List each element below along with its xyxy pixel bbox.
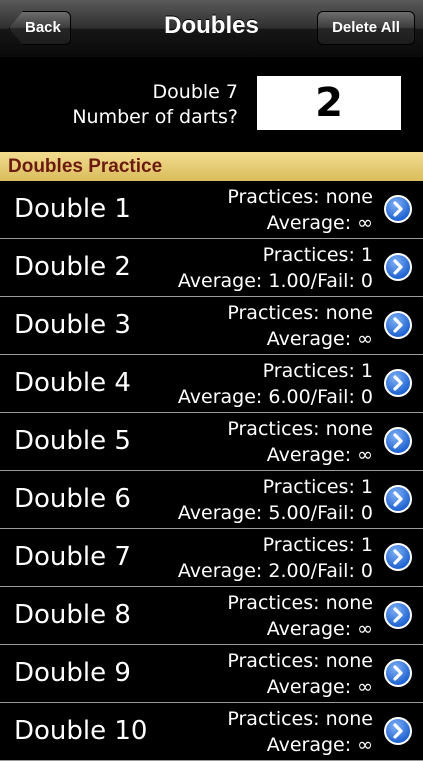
section-header: Doubles Practice (0, 152, 423, 181)
row-average: Average: 2.00/Fail: 0 (177, 560, 373, 582)
list-item[interactable]: Double 10 Practices: none Average: ∞ (0, 703, 423, 761)
chevron-right-icon[interactable] (384, 311, 412, 339)
darts-count-field[interactable]: 2 (257, 76, 401, 130)
row-title: Double 2 (14, 252, 131, 282)
row-average: Average: ∞ (266, 734, 373, 756)
row-practices: Practices: 1 (262, 244, 373, 266)
row-title: Double 1 (14, 194, 131, 224)
row-practices: Practices: none (227, 592, 373, 614)
prompt-question-label: Number of darts? (72, 106, 238, 128)
chevron-right-icon[interactable] (384, 543, 412, 571)
row-title: Double 4 (14, 368, 131, 398)
row-practices: Practices: none (227, 650, 373, 672)
row-practices: Practices: none (227, 302, 373, 324)
prompt-double-label: Double 7 (152, 81, 238, 103)
doubles-list: Double 1 Practices: none Average: ∞ Double … (0, 181, 423, 761)
list-item[interactable]: Double 8 Practices: none Average: ∞ (0, 587, 423, 645)
row-average: Average: ∞ (266, 618, 373, 640)
row-average: Average: ∞ (266, 444, 373, 466)
chevron-right-icon[interactable] (384, 195, 412, 223)
row-title: Double 8 (14, 600, 131, 630)
chevron-right-icon[interactable] (384, 601, 412, 629)
row-practices: Practices: 1 (262, 476, 373, 498)
row-practices: Practices: none (227, 708, 373, 730)
list-item[interactable]: Double 4 Practices: 1 Average: 6.00/Fail: … (0, 355, 423, 413)
row-title: Double 7 (14, 542, 131, 572)
chevron-right-icon[interactable] (384, 427, 412, 455)
chevron-right-icon[interactable] (384, 253, 412, 281)
row-title: Double 3 (14, 310, 131, 340)
list-item[interactable]: Double 7 Practices: 1 Average: 2.00/Fail: … (0, 529, 423, 587)
chevron-right-icon[interactable] (384, 369, 412, 397)
chevron-right-icon[interactable] (384, 485, 412, 513)
list-item[interactable]: Double 6 Practices: 1 Average: 5.00/Fail: … (0, 471, 423, 529)
row-practices: Practices: none (227, 186, 373, 208)
row-average: Average: 6.00/Fail: 0 (177, 386, 373, 408)
navigation-bar: Back Doubles Delete All (0, 0, 423, 58)
row-title: Double 6 (14, 484, 131, 514)
row-average: Average: 1.00/Fail: 0 (177, 270, 373, 292)
row-title: Double 9 (14, 658, 131, 688)
list-item[interactable]: Double 9 Practices: none Average: ∞ (0, 645, 423, 703)
darts-prompt: Double 7 Number of darts? (72, 80, 238, 130)
list-item[interactable]: Double 3 Practices: none Average: ∞ (0, 297, 423, 355)
list-item[interactable]: Double 5 Practices: none Average: ∞ (0, 413, 423, 471)
delete-all-button[interactable]: Delete All (317, 11, 415, 45)
row-average: Average: 5.00/Fail: 0 (177, 502, 373, 524)
row-average: Average: ∞ (266, 328, 373, 350)
chevron-right-icon[interactable] (384, 659, 412, 687)
list-item[interactable]: Double 2 Practices: 1 Average: 1.00/Fail: … (0, 239, 423, 297)
row-practices: Practices: 1 (262, 534, 373, 556)
row-practices: Practices: none (227, 418, 373, 440)
row-title: Double 10 (14, 716, 148, 746)
row-title: Double 5 (14, 426, 131, 456)
row-average: Average: ∞ (266, 212, 373, 234)
row-practices: Practices: 1 (262, 360, 373, 382)
chevron-right-icon[interactable] (384, 717, 412, 745)
row-average: Average: ∞ (266, 676, 373, 698)
list-item[interactable]: Double 1 Practices: none Average: ∞ (0, 181, 423, 239)
